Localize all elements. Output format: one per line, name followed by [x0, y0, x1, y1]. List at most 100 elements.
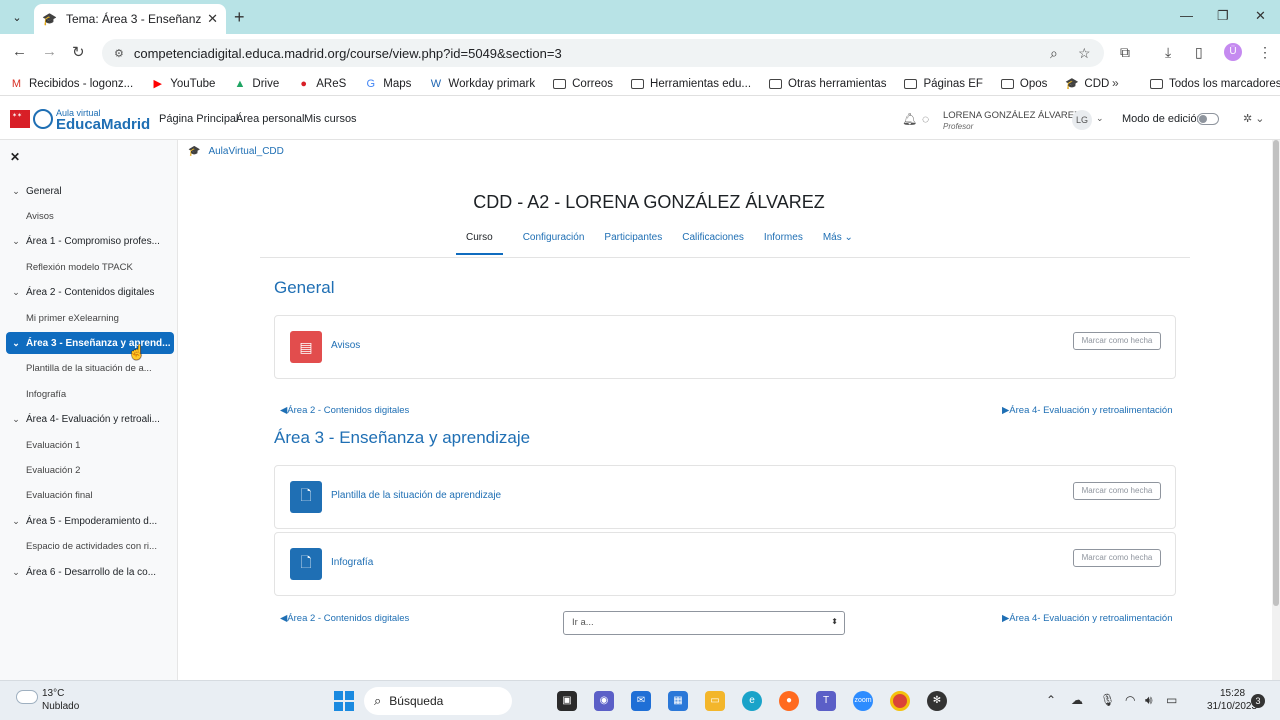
bookmark-item[interactable]: G Maps: [364, 78, 412, 90]
new-tab-button[interactable]: +: [234, 7, 245, 28]
chevron-down-icon[interactable]: ⌄: [6, 287, 26, 298]
sidebar-activity[interactable]: Avisos: [6, 205, 174, 227]
extensions-icon[interactable]: ⧉: [1120, 44, 1130, 61]
app-icon[interactable]: ✻: [927, 691, 947, 711]
close-drawer-icon[interactable]: ✕: [10, 150, 20, 164]
chevron-down-icon[interactable]: ⌄: [6, 186, 26, 197]
mail-icon[interactable]: ✉: [631, 691, 651, 711]
close-icon[interactable]: ✕: [207, 11, 218, 27]
activity-link-avisos[interactable]: Avisos: [331, 340, 360, 351]
chevron-up-icon[interactable]: ⌃: [1046, 693, 1056, 707]
bookmark-item[interactable]: Correos: [553, 78, 613, 90]
tab-participants[interactable]: Participantes: [604, 232, 662, 255]
settings-icon[interactable]: ✲ ⌄: [1243, 112, 1265, 125]
side-panel-icon[interactable]: ▯: [1195, 44, 1203, 61]
sidebar-activity[interactable]: Infografía: [6, 383, 174, 405]
chevron-down-icon[interactable]: ⌄: [1096, 113, 1104, 124]
bookmark-item[interactable]: ▲ Drive: [233, 78, 279, 90]
tab-more[interactable]: Más ⌄: [823, 232, 853, 255]
download-icon[interactable]: ⤓: [1165, 44, 1171, 61]
nav-home[interactable]: Página Principal: [159, 113, 239, 125]
educamadrid-logo-icon[interactable]: [33, 109, 53, 129]
bookmark-item[interactable]: Herramientas edu...: [631, 78, 751, 90]
teams-icon[interactable]: T: [816, 691, 836, 711]
store-icon[interactable]: ▦: [668, 691, 688, 711]
sidebar-activity[interactable]: Evaluación 2: [6, 459, 174, 481]
sidebar-activity[interactable]: Reflexión modelo TPACK: [6, 256, 174, 278]
microphone-icon[interactable]: 🎙︎: [1100, 693, 1115, 707]
breadcrumb[interactable]: 🎓 AulaVirtual_CDD: [188, 146, 284, 157]
messages-icon[interactable]: ◌: [922, 112, 929, 126]
chevron-down-icon[interactable]: ⌄: [6, 414, 26, 425]
edit-mode-toggle[interactable]: [1197, 113, 1219, 125]
notification-badge[interactable]: 3: [1251, 694, 1265, 708]
volume-icon[interactable]: 🔊︎: [1145, 693, 1153, 708]
windows-start-icon[interactable]: [334, 691, 354, 711]
bookmark-item[interactable]: ● AReS: [297, 78, 346, 90]
chat-icon[interactable]: ◉: [594, 691, 614, 711]
breadcrumb-course[interactable]: AulaVirtual_CDD: [208, 146, 283, 157]
tab-course[interactable]: Curso: [456, 232, 503, 255]
tab-grades[interactable]: Calificaciones: [682, 232, 744, 255]
mark-done-button[interactable]: Marcar como hecha: [1073, 332, 1161, 350]
bookmark-item[interactable]: 🎓 CDD: [1065, 78, 1109, 90]
user-name[interactable]: LORENA GONZÁLEZ ÁLVAREZ: [943, 110, 1080, 121]
comunidad-madrid-logo[interactable]: [10, 110, 30, 128]
firefox-icon[interactable]: ●: [779, 691, 799, 711]
tab-reports[interactable]: Informes: [764, 232, 803, 255]
prev-section-link-bottom[interactable]: ◀Área 2 - Contenidos digitales: [280, 613, 409, 624]
logo-title[interactable]: EducaMadrid: [56, 116, 150, 133]
activity-link-plantilla[interactable]: Plantilla de la situación de aprendizaje: [331, 490, 501, 501]
task-view-icon[interactable]: ▣: [557, 691, 577, 711]
chevron-down-icon[interactable]: ⌄: [6, 236, 26, 247]
back-icon[interactable]: ←: [12, 43, 27, 60]
sidebar-section[interactable]: ⌄ Área 2 - Contenidos digitales: [6, 282, 174, 304]
sidebar-section[interactable]: ⌄ Área 4- Evaluación y retroali...: [6, 409, 174, 431]
sidebar-section[interactable]: ⌄ General: [6, 180, 174, 202]
nav-dashboard[interactable]: Área personal: [236, 113, 305, 125]
cloud-icon[interactable]: [16, 690, 38, 704]
chevron-down-icon[interactable]: ⌄: [6, 516, 26, 527]
window-close-button[interactable]: ✕: [1255, 8, 1266, 24]
bookmark-item[interactable]: M Recibidos - logonz...: [10, 78, 133, 90]
bookmark-item[interactable]: ▶ YouTube: [151, 78, 215, 90]
chevron-down-icon[interactable]: ⌄: [6, 567, 26, 578]
mark-done-button[interactable]: Marcar como hecha: [1073, 482, 1161, 500]
profile-avatar[interactable]: Ü: [1224, 43, 1242, 61]
bookmark-item[interactable]: Otras herramientas: [769, 78, 886, 90]
tab-search-button[interactable]: ⌄: [6, 7, 28, 27]
weather-description[interactable]: Nublado: [42, 701, 79, 712]
weather-temperature[interactable]: 13°C: [42, 688, 64, 699]
sidebar-section[interactable]: ⌄ Área 5 - Empoderamiento d...: [6, 510, 174, 532]
sidebar-activity[interactable]: Mi primer eXelearning: [6, 307, 174, 329]
bookmark-item[interactable]: Opos: [1000, 78, 1047, 90]
bookmark-item[interactable]: Páginas EF: [904, 78, 983, 90]
next-section-link-bottom[interactable]: ▶Área 4- Evaluación y retroalimentación: [1002, 613, 1172, 624]
clock-date[interactable]: 31/10/2023: [1207, 701, 1257, 712]
notification-bell-icon[interactable]: 🔔︎: [902, 112, 917, 126]
sidebar-activity[interactable]: Plantilla de la situación de a...: [6, 358, 174, 380]
file-explorer-icon[interactable]: ▭: [705, 691, 725, 711]
bookmarks-overflow-icon[interactable]: »: [1112, 76, 1119, 90]
zoom-search-icon[interactable]: ⌕: [1050, 45, 1058, 62]
chrome-icon[interactable]: [890, 691, 910, 711]
wifi-icon[interactable]: ◠: [1125, 693, 1135, 707]
forward-icon[interactable]: →: [42, 43, 57, 60]
taskbar-search[interactable]: ⌕ Búsqueda: [364, 687, 512, 715]
browser-tab[interactable]: 🎓 Tema: Área 3 - Enseñanza y apr ✕: [34, 4, 226, 34]
all-bookmarks[interactable]: Todos los marcadores: [1150, 78, 1280, 90]
minimize-button[interactable]: —: [1180, 8, 1193, 23]
reload-icon[interactable]: ↻: [72, 43, 85, 61]
clock-time[interactable]: 15:28: [1220, 688, 1245, 699]
zoom-icon[interactable]: zoom: [853, 691, 873, 711]
edge-icon[interactable]: e: [742, 691, 762, 711]
sidebar-section[interactable]: ⌄ Área 6 - Desarrollo de la co...: [6, 561, 174, 583]
page-scrollbar-thumb[interactable]: [1273, 140, 1279, 606]
bookmark-star-icon[interactable]: ☆: [1078, 45, 1091, 62]
chevron-down-icon[interactable]: ⌄: [6, 338, 26, 349]
jump-to-select[interactable]: Ir a... ⬍: [563, 611, 845, 635]
site-info-icon[interactable]: ⚙: [114, 47, 124, 60]
prev-section-link[interactable]: ◀Área 2 - Contenidos digitales: [280, 405, 409, 416]
sidebar-activity[interactable]: Evaluación 1: [6, 434, 174, 456]
activity-link-infografia[interactable]: Infografía: [331, 557, 373, 568]
